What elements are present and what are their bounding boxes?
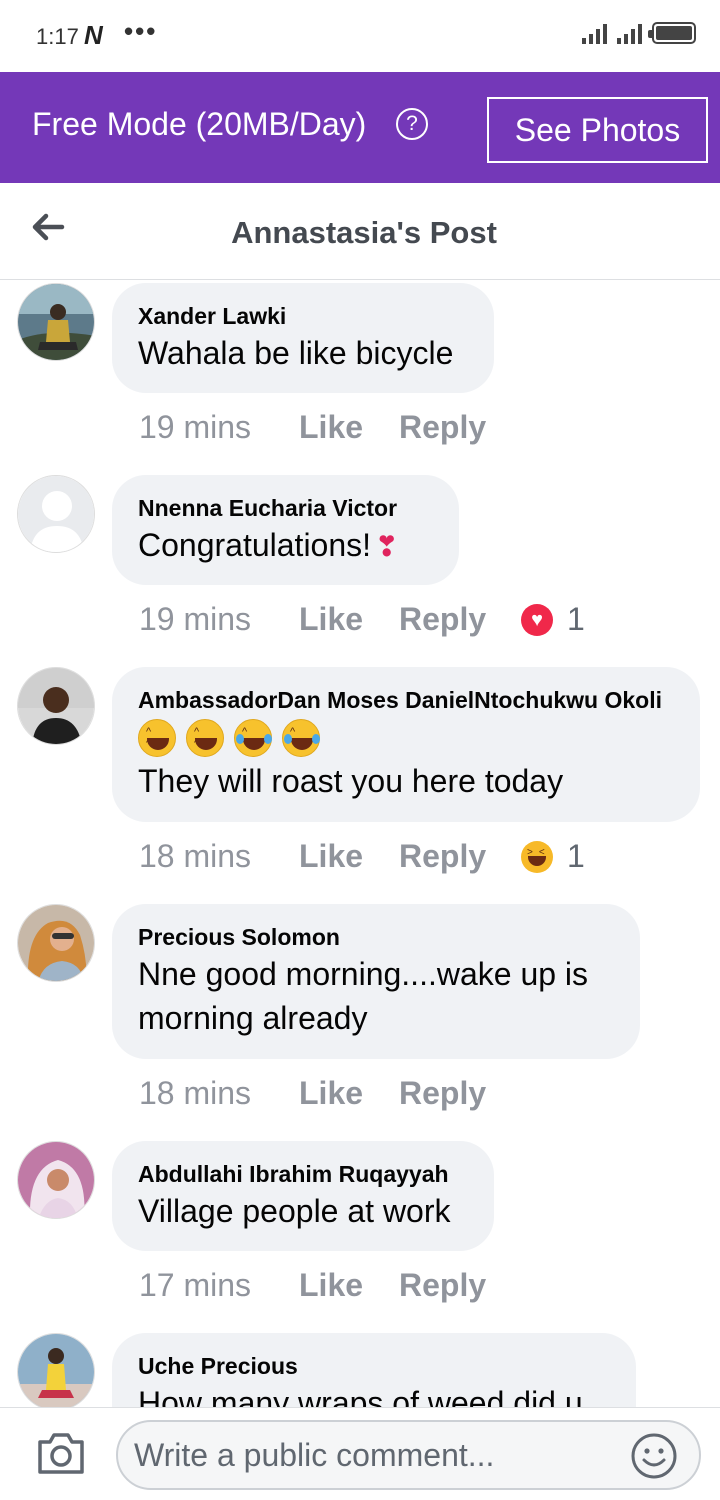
- avatar[interactable]: [17, 1141, 95, 1219]
- reply-button[interactable]: Reply: [399, 1267, 521, 1304]
- comment-text: Nne good morning....wake up is: [138, 956, 589, 992]
- comment-actions: 19 mins Like Reply 1: [139, 601, 585, 638]
- comment-bubble[interactable]: Uche Precious How many wraps of weed did…: [112, 1333, 636, 1407]
- reaction-summary[interactable]: 1: [521, 601, 585, 638]
- two-hearts-emoji-icon: ❣: [375, 531, 399, 562]
- like-button[interactable]: Like: [299, 1075, 399, 1112]
- free-mode-banner: Free Mode (20MB/Day) ? See Photos: [0, 72, 720, 183]
- status-time: 1:17: [36, 24, 79, 49]
- emoji-line: ^ ^ ^ ^ ^ ^ ^ ^: [138, 715, 674, 759]
- like-button[interactable]: Like: [299, 601, 399, 638]
- like-button[interactable]: Like: [299, 409, 399, 446]
- signal-2-icon: [617, 22, 642, 44]
- carrier-icon: N: [84, 20, 103, 50]
- like-button[interactable]: Like: [299, 1267, 399, 1304]
- joy-emoji-icon: ^ ^: [234, 719, 272, 757]
- reply-button[interactable]: Reply: [399, 601, 521, 638]
- avatar[interactable]: [17, 475, 95, 553]
- signal-icon: [582, 22, 607, 44]
- comment-author[interactable]: AmbassadorDan Moses DanielNtochukwu Okol…: [138, 685, 674, 715]
- love-reaction-icon: [521, 603, 553, 636]
- reaction-summary[interactable]: >< 1: [521, 838, 585, 875]
- comment-text: Village people at work: [138, 1193, 451, 1229]
- comment-time: 18 mins: [139, 838, 252, 874]
- comment-time: 19 mins: [139, 601, 252, 637]
- comment-text: Wahala be like bicycle: [138, 335, 454, 371]
- rofl-emoji-icon: ^ ^: [138, 719, 176, 757]
- comment-bubble[interactable]: Xander Lawki Wahala be like bicycle: [112, 283, 494, 393]
- comment-author[interactable]: Xander Lawki: [138, 301, 468, 331]
- free-mode-text: Free Mode (20MB/Day): [32, 106, 367, 142]
- status-bar: 1:17 N •••: [0, 0, 720, 72]
- battery-icon: [648, 22, 696, 44]
- comment-bubble[interactable]: Abdullahi Ibrahim Ruqayyah Village peopl…: [112, 1141, 494, 1251]
- comment-author[interactable]: Precious Solomon: [138, 922, 614, 952]
- comment-text: Congratulations! ❣: [138, 523, 433, 569]
- comments-list: Xander Lawki Wahala be like bicycle 19 m…: [0, 281, 720, 1407]
- comment-author[interactable]: Uche Precious: [138, 1351, 610, 1381]
- comment-text-content: Congratulations!: [138, 527, 372, 563]
- joy-emoji-icon: ^ ^: [282, 719, 320, 757]
- comment-actions: 18 mins Like Reply >< 1: [139, 838, 585, 875]
- comment-bubble[interactable]: Nnenna Eucharia Victor Congratulations! ❣: [112, 475, 459, 585]
- reply-button[interactable]: Reply: [399, 409, 521, 446]
- see-photos-button[interactable]: See Photos: [487, 97, 708, 163]
- like-button[interactable]: Like: [299, 838, 399, 875]
- comment-time: 18 mins: [139, 1075, 252, 1111]
- help-icon[interactable]: ?: [396, 108, 428, 140]
- avatar[interactable]: [17, 283, 95, 361]
- comment-input[interactable]: [116, 1420, 701, 1490]
- reaction-count: 1: [567, 601, 585, 637]
- comment-author[interactable]: Abdullahi Ibrahim Ruqayyah: [138, 1159, 468, 1189]
- reaction-count: 1: [567, 838, 585, 874]
- avatar[interactable]: [17, 904, 95, 982]
- rofl-emoji-icon: ^ ^: [186, 719, 224, 757]
- comment-text: How many wraps of weed did u: [138, 1385, 583, 1407]
- comment-actions: 19 mins Like Reply: [139, 409, 521, 446]
- comment-author[interactable]: Nnenna Eucharia Victor: [138, 493, 433, 523]
- page-title: Annastasia's Post: [231, 215, 497, 250]
- comment-time: 19 mins: [139, 409, 252, 445]
- comment-actions: 17 mins Like Reply: [139, 1267, 521, 1304]
- comment-text-continued: morning already: [138, 1000, 368, 1036]
- reply-button[interactable]: Reply: [399, 1075, 521, 1112]
- more-notifications-icon: •••: [124, 16, 158, 46]
- post-header: Annastasia's Post: [0, 183, 720, 280]
- comment-composer: [0, 1407, 720, 1500]
- status-indicators: [582, 22, 696, 44]
- comment-bubble[interactable]: Precious Solomon Nne good morning....wak…: [112, 904, 640, 1059]
- haha-reaction-icon: ><: [521, 840, 553, 873]
- avatar[interactable]: [17, 667, 95, 745]
- comment-text: They will roast you here today: [138, 763, 564, 799]
- camera-icon[interactable]: [36, 1430, 86, 1476]
- reply-button[interactable]: Reply: [399, 838, 521, 875]
- emoji-picker-icon[interactable]: [630, 1432, 678, 1480]
- avatar[interactable]: [17, 1333, 95, 1407]
- comment-bubble[interactable]: AmbassadorDan Moses DanielNtochukwu Okol…: [112, 667, 700, 822]
- comment-time: 17 mins: [139, 1267, 252, 1303]
- comment-actions: 18 mins Like Reply: [139, 1075, 521, 1112]
